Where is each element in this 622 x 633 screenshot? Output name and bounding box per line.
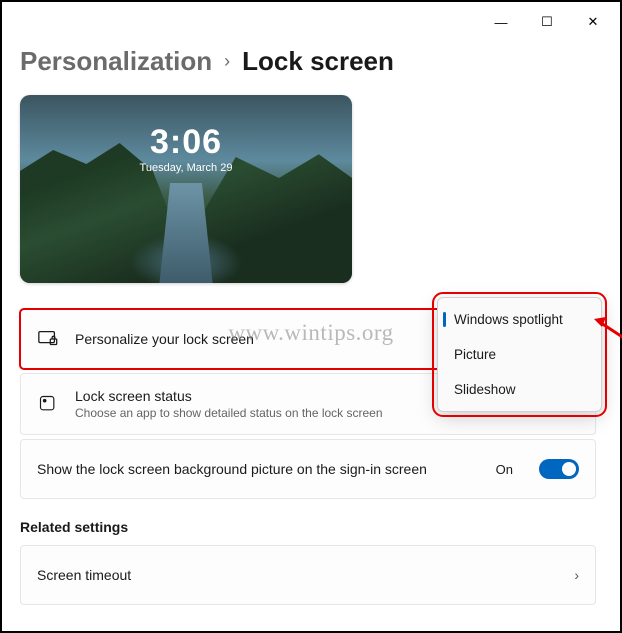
dropdown-option-slideshow[interactable]: Slideshow — [438, 372, 601, 407]
preview-time: 3:06 — [20, 123, 352, 162]
signin-bg-title: Show the lock screen background picture … — [37, 461, 480, 477]
breadcrumb: Personalization › Lock screen — [20, 46, 596, 77]
maximize-button[interactable]: ☐ — [524, 6, 570, 38]
app-status-icon — [37, 393, 59, 415]
page-title: Lock screen — [242, 46, 394, 77]
signin-bg-toggle[interactable] — [539, 459, 579, 479]
signin-background-row: Show the lock screen background picture … — [20, 439, 596, 499]
screen-timeout-row[interactable]: Screen timeout › — [20, 545, 596, 605]
preview-date: Tuesday, March 29 — [20, 162, 352, 174]
lock-screen-mode-dropdown[interactable]: Windows spotlight Picture Slideshow — [437, 297, 602, 412]
window-titlebar: — ☐ ✕ — [2, 2, 620, 42]
toggle-label: On — [496, 462, 513, 477]
close-button[interactable]: ✕ — [570, 6, 616, 38]
lock-screen-preview: 3:06 Tuesday, March 29 — [20, 95, 352, 283]
screen-timeout-title: Screen timeout — [37, 567, 558, 583]
dropdown-option-spotlight[interactable]: Windows spotlight — [438, 302, 601, 337]
monitor-lock-icon — [37, 328, 59, 350]
breadcrumb-parent[interactable]: Personalization — [20, 46, 212, 77]
related-settings-heading: Related settings — [20, 519, 596, 535]
chevron-right-icon: › — [224, 51, 230, 72]
minimize-button[interactable]: — — [478, 6, 524, 38]
dropdown-option-picture[interactable]: Picture — [438, 337, 601, 372]
chevron-right-icon: › — [574, 567, 579, 583]
annotation-arrow-icon — [594, 313, 622, 343]
